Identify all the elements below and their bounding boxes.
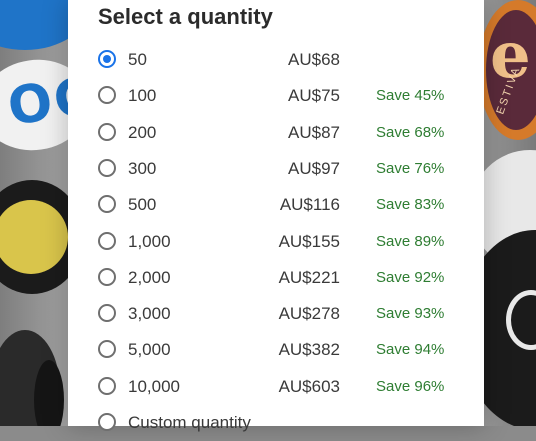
quantity-label: 300 [128,158,157,178]
radio-button[interactable] [98,122,116,141]
quantity-dialog: Select a quantity 50 AU$68 100 AU$75 Save 45… [68,0,484,432]
quantity-option[interactable]: 50 AU$68 [68,42,484,78]
radio-button[interactable] [98,158,116,177]
quantity-option[interactable]: 5,000 AU$382 Save 94% [68,332,484,368]
quantity-label: 200 [128,122,157,142]
savings-label: Save 93% [376,305,445,323]
radio-button[interactable] [98,86,116,105]
quantity-label: 1,000 [128,231,171,251]
quantity-label: 10,000 [128,376,180,396]
price-label: AU$116 [279,195,340,215]
savings-label: Save 76% [376,159,445,177]
quantity-label: 2,000 [128,267,171,287]
quantity-option[interactable]: 200 AU$87 Save 68% [68,115,484,151]
radio-button[interactable] [98,231,116,250]
quantity-label: 50 [128,50,147,69]
savings-label: Save 96% [376,377,445,395]
price-label: AU$97 [288,158,340,178]
savings-label: Save 89% [376,232,445,250]
quantity-label: 3,000 [128,304,171,324]
quantity-label: 100 [128,86,157,106]
radio-button[interactable] [98,304,116,323]
quantity-option[interactable]: 100 AU$75 Save 45% [68,78,484,114]
black-sticker-bar [34,360,64,426]
quantity-option[interactable]: 1,000 AU$155 Save 89% [68,224,484,260]
quantity-option[interactable]: 3,000 AU$278 Save 93% [68,296,484,332]
dialog-title: Select a quantity [98,4,273,29]
quantity-label: Custom quantity [128,413,251,432]
price-label: AU$68 [288,50,340,69]
price-label: AU$278 [278,304,340,324]
quantity-option[interactable]: 10,000 AU$603 Save 96% [68,369,484,405]
price-label: AU$603 [278,376,340,396]
radio-button[interactable] [98,267,116,286]
radio-button[interactable] [98,376,116,395]
savings-label: Save 92% [376,268,445,286]
radio-button[interactable] [98,413,116,431]
quantity-option[interactable]: 300 AU$97 Save 76% [68,151,484,187]
savings-label: Save 94% [376,341,445,359]
quantity-label: 5,000 [128,340,171,360]
quantity-option[interactable]: 2,000 AU$221 Save 92% [68,260,484,296]
quantity-option[interactable]: 500 AU$116 Save 83% [68,187,484,223]
radio-button[interactable] [98,195,116,214]
quantity-option[interactable]: Custom quantity [68,405,484,441]
quantity-label: 500 [128,195,157,215]
savings-label: Save 68% [376,123,445,141]
radio-button[interactable] [98,50,116,68]
price-label: AU$155 [278,231,340,251]
price-label: AU$221 [278,267,340,287]
price-label: AU$382 [278,340,340,360]
radio-button[interactable] [98,340,116,359]
price-label: AU$87 [288,122,340,142]
savings-label: Save 45% [376,87,445,105]
price-label: AU$75 [288,86,340,106]
savings-label: Save 83% [376,196,445,214]
